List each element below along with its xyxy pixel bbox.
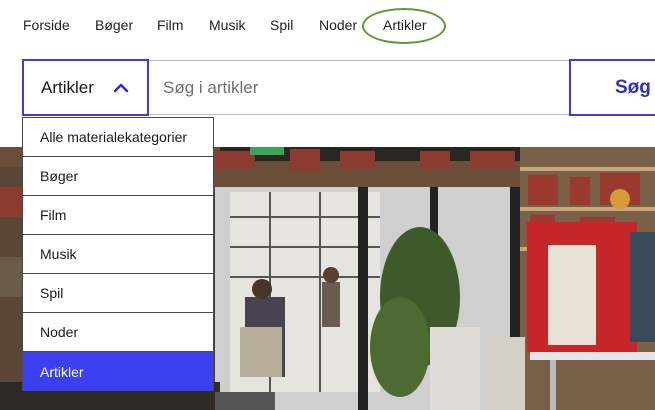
category-select-label: Artikler xyxy=(41,77,94,97)
dropdown-option-film[interactable]: Film xyxy=(23,196,213,235)
nav-item-spil[interactable]: Spil xyxy=(270,17,293,33)
dropdown-option-spil[interactable]: Spil xyxy=(23,274,213,313)
dropdown-option-noder[interactable]: Noder xyxy=(23,313,213,352)
category-nav: Forside Bøger Film Musik Spil Noder Arti… xyxy=(0,0,655,50)
nav-item-boger[interactable]: Bøger xyxy=(95,17,133,33)
chevron-up-icon xyxy=(113,83,129,93)
dropdown-option-boger[interactable]: Bøger xyxy=(23,157,213,196)
category-select[interactable]: Artikler xyxy=(22,59,149,116)
nav-item-artikler[interactable]: Artikler xyxy=(383,17,427,33)
search-button[interactable]: Søg xyxy=(569,59,655,116)
dropdown-option-artikler[interactable]: Artikler xyxy=(23,352,213,391)
nav-item-noder[interactable]: Noder xyxy=(319,17,357,33)
nav-item-film[interactable]: Film xyxy=(157,17,183,33)
nav-item-musik[interactable]: Musik xyxy=(209,17,246,33)
search-input[interactable] xyxy=(149,60,570,115)
dropdown-option-musik[interactable]: Musik xyxy=(23,235,213,274)
dropdown-option-alle[interactable]: Alle materialekategorier xyxy=(23,118,213,157)
category-dropdown: Alle materialekategorier Bøger Film Musi… xyxy=(22,117,214,391)
nav-item-forside[interactable]: Forside xyxy=(23,17,70,33)
